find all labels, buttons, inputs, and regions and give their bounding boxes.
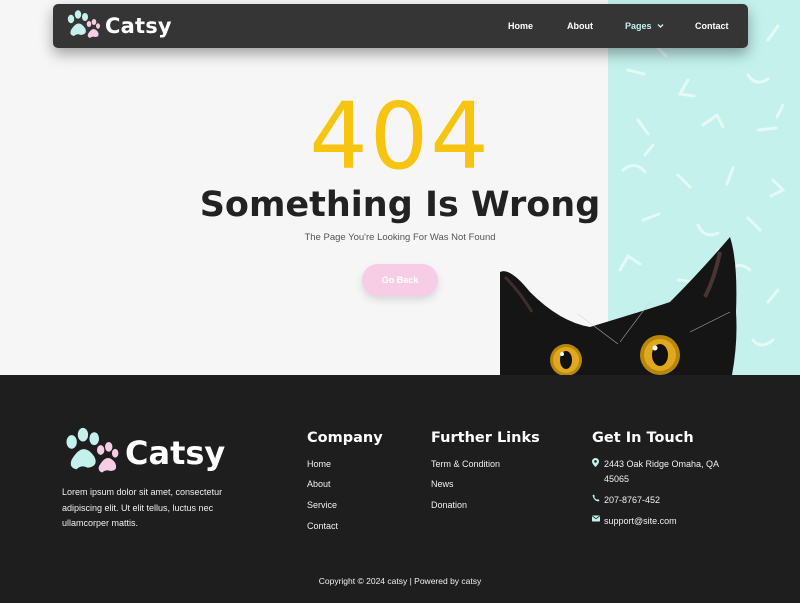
- footer-further-link[interactable]: Term & Condition: [431, 459, 500, 469]
- envelope-icon: [592, 515, 600, 522]
- go-back-button[interactable]: Go Back: [362, 264, 438, 296]
- nav-pages[interactable]: Pages: [625, 21, 664, 31]
- footer-further-title: Further Links: [431, 430, 540, 446]
- site-footer: Catsy Lorem ipsum dolor sit amet, consec…: [0, 375, 800, 603]
- phone-text: 207-8767-452: [604, 495, 661, 505]
- paw-icon: [62, 427, 120, 478]
- hero-section: Catsy Home About Pages Contact 404 Somet…: [0, 0, 800, 375]
- copyright-text: Copyright © 2024 catsy | Powered by cats…: [318, 576, 482, 586]
- nav-about[interactable]: About: [567, 21, 593, 31]
- nav-contact[interactable]: Contact: [695, 21, 729, 31]
- footer-further-link[interactable]: News: [431, 479, 454, 489]
- brand-logo[interactable]: Catsy: [65, 9, 172, 43]
- email-text: support@site.com: [604, 516, 677, 526]
- map-pin-icon: [592, 458, 600, 467]
- footer-company-link[interactable]: Home: [307, 459, 331, 469]
- footer-company-link[interactable]: About: [307, 479, 331, 489]
- brand-name: Catsy: [105, 14, 172, 38]
- footer-company-link[interactable]: Contact: [307, 521, 338, 531]
- footer-company-title: Company: [307, 430, 383, 446]
- top-navbar: Catsy Home About Pages Contact: [53, 4, 748, 48]
- nav-home[interactable]: Home: [508, 21, 533, 31]
- error-code: 404: [309, 83, 491, 190]
- nav-pages-label: Pages: [625, 21, 652, 31]
- footer-description: Lorem ipsum dolor sit amet, consectetur …: [62, 487, 223, 528]
- footer-brand[interactable]: Catsy: [62, 427, 225, 478]
- contact-phone[interactable]: 207-8767-452: [592, 493, 729, 508]
- footer-further-link[interactable]: Donation: [431, 500, 467, 510]
- footer-brand-name: Catsy: [125, 433, 226, 472]
- address-text: 2443 Oak Ridge Omaha, QA 45065: [604, 459, 719, 484]
- paw-icon: [65, 9, 101, 43]
- footer-touch-title: Get In Touch: [592, 430, 694, 446]
- chevron-down-icon: [654, 21, 664, 31]
- footer-company-link[interactable]: Service: [307, 500, 337, 510]
- phone-icon: [592, 494, 600, 502]
- cat-illustration: [500, 232, 740, 375]
- error-headline: Something Is Wrong: [199, 185, 601, 225]
- contact-address: 2443 Oak Ridge Omaha, QA 45065: [592, 457, 729, 487]
- contact-email[interactable]: support@site.com: [592, 514, 729, 529]
